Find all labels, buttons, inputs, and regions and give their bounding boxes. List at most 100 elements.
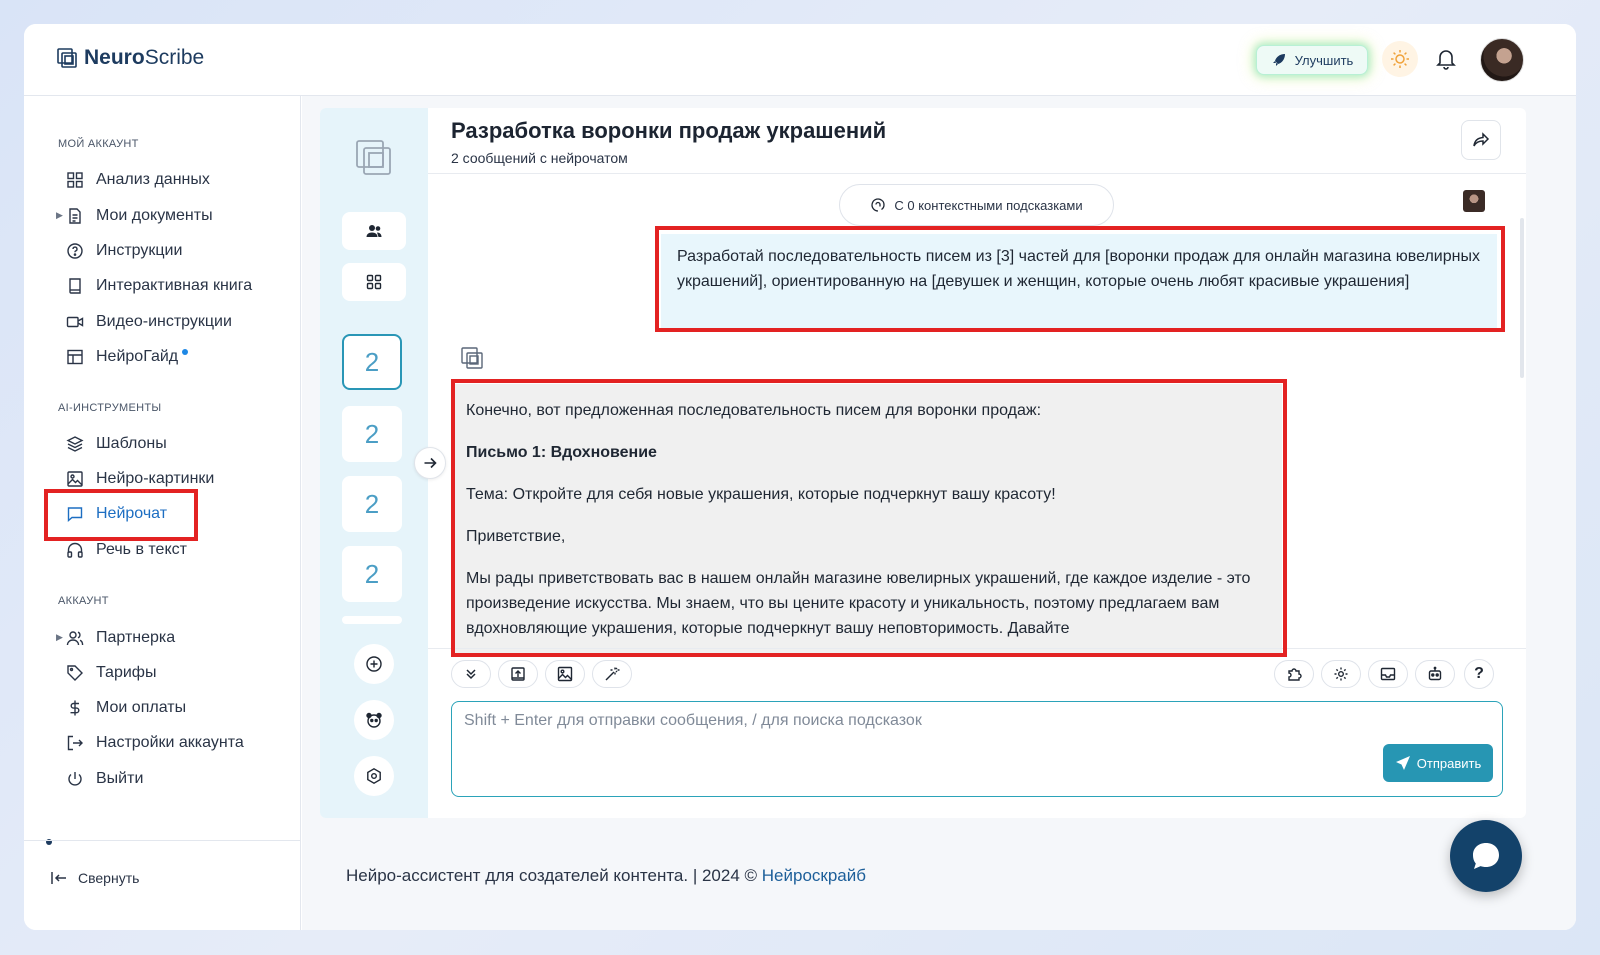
send-button[interactable]: Отправить (1383, 744, 1493, 782)
headphones-icon (67, 542, 83, 558)
collapse-label: Свернуть (78, 870, 140, 886)
notifications-button[interactable] (1434, 46, 1458, 70)
thread-card-partial[interactable] (342, 616, 402, 624)
chat-title: Разработка воронки продаж украшений (451, 118, 887, 143)
section-title-account: АККАУНТ (58, 595, 109, 607)
thread-card[interactable]: 2 (342, 476, 402, 532)
collapse-sidebar-button[interactable]: Свернуть (50, 866, 139, 890)
assistant-intro: Конечно, вот предложенная последовательн… (466, 402, 1042, 419)
chat-icon (67, 507, 83, 523)
logout-arrow-icon (67, 735, 83, 751)
sidebar-item-tariffs[interactable]: Тарифы (66, 660, 156, 686)
book-icon (69, 278, 81, 294)
user-avatar[interactable] (1480, 38, 1524, 82)
upgrade-button[interactable]: Улучшить (1256, 45, 1368, 75)
footer: Нейро-ассистент для создателей контента.… (346, 866, 866, 886)
theme-toggle-button[interactable] (1382, 41, 1418, 77)
assistant-subject: Тема: Откройте для себя новые украшения,… (466, 486, 1056, 503)
context-hints-button[interactable]: С 0 контекстными подсказками (839, 184, 1114, 226)
send-icon (1395, 756, 1410, 770)
sidebar-item-logout[interactable]: Выйти (66, 766, 143, 792)
upgrade-label: Улучшить (1294, 52, 1354, 68)
chat-panel: 2 2 2 2 Разработка воронки продаж украше… (320, 108, 1526, 818)
context-hints-label: С 0 контекстными подсказками (894, 197, 1083, 213)
sidebar-item-interactive-book[interactable]: Интерактивная книга (66, 273, 252, 299)
magic-wand-button[interactable] (592, 660, 632, 688)
chat-scrollbar[interactable] (1520, 218, 1524, 378)
upload-image-button[interactable] (545, 660, 585, 688)
sidebar-item-label: Настройки аккаунта (96, 734, 244, 751)
sidebar-item-data-analysis[interactable]: Анализ данных (66, 167, 210, 193)
new-chat-button[interactable] (354, 644, 394, 684)
sidebar-item-account-settings[interactable]: Настройки аккаунта (66, 730, 244, 756)
upload-file-button[interactable] (498, 660, 538, 688)
expand-caret-icon[interactable]: ▶ (56, 632, 63, 643)
logo-text: NeuroScribe (84, 46, 205, 69)
sidebar-item-neurochat[interactable]: Нейрочат (66, 501, 167, 527)
new-badge-dot (182, 349, 189, 355)
apps-grid-button[interactable] (342, 263, 406, 301)
sidebar-item-label: Интерактивная книга (96, 277, 253, 294)
panda-button[interactable] (354, 700, 394, 740)
section-title-my-account: МОЙ АККАУНТ (58, 138, 139, 150)
user-message: Разработай последовательность писем из [… (661, 234, 1497, 330)
settings-button[interactable] (354, 756, 394, 796)
sidebar-item-speech-to-text[interactable]: Речь в текст (66, 537, 187, 563)
sidebar-item-templates[interactable]: Шаблоны (66, 431, 167, 457)
sidebar-item-neuroguide[interactable]: НейроГайд (66, 344, 189, 370)
footer-link[interactable]: Нейроскрайб (762, 866, 866, 885)
sidebar-item-my-payments[interactable]: Мои оплаты (66, 695, 186, 721)
video-icon (66, 316, 84, 328)
sidebar-item-label: Нейро-картинки (96, 470, 215, 487)
app-logo[interactable]: NeuroScribe (56, 46, 204, 70)
assistant-greeting: Приветствие, (466, 528, 566, 545)
share-icon (1473, 132, 1490, 147)
logo-icon (57, 48, 77, 68)
bot-avatar-icon (461, 347, 483, 369)
sidebar-item-instructions[interactable]: Инструкции (66, 238, 182, 264)
image-icon (67, 471, 83, 487)
sidebar-item-my-documents[interactable]: Мои документы (66, 203, 213, 229)
scroll-down-button[interactable] (451, 660, 491, 688)
plus-circle-icon (366, 656, 382, 672)
share-button[interactable] (1461, 120, 1501, 160)
sidebar-item-video-instructions[interactable]: Видео-инструкции (66, 309, 232, 335)
bot-button[interactable] (1415, 660, 1455, 688)
contacts-button[interactable] (342, 212, 406, 250)
top-header: NeuroScribe Улучшить (24, 24, 1576, 96)
chat-settings-button[interactable] (1321, 660, 1361, 688)
robot-icon (1428, 666, 1442, 681)
assistant-heading: Письмо 1: Вдохновение (466, 444, 657, 461)
sidebar-divider (24, 840, 301, 841)
rocket-icon (1272, 54, 1285, 66)
message-input[interactable] (464, 712, 1364, 752)
sidebar-item-label: Нейрочат (96, 505, 168, 522)
document-icon (69, 208, 81, 224)
gear-icon (1334, 667, 1348, 681)
thread-card[interactable]: 2 (342, 406, 402, 462)
tag-icon (67, 665, 83, 681)
sidebar-item-partners[interactable]: Партнерка (66, 625, 175, 651)
help-button[interactable]: ? (1464, 659, 1494, 689)
sidebar-item-label: Выйти (96, 770, 144, 787)
thread-card[interactable]: 2 (342, 334, 402, 390)
support-chat-button[interactable] (1450, 820, 1522, 892)
expand-threads-button[interactable] (414, 447, 446, 479)
magic-wand-icon (605, 667, 620, 681)
inbox-button[interactable] (1368, 660, 1408, 688)
puzzle-icon (1288, 668, 1302, 681)
sidebar-item-label: Партнерка (96, 629, 176, 646)
gear-icon (367, 767, 381, 785)
sun-icon (1391, 50, 1409, 68)
plugins-button[interactable] (1274, 660, 1314, 688)
logo-watermark-icon (356, 140, 391, 175)
expand-caret-icon[interactable]: ▶ (56, 210, 63, 221)
image-icon (557, 666, 573, 682)
dollar-icon (70, 700, 80, 716)
assistant-body: Мы рады приветствовать вас в нашем онлай… (466, 570, 1251, 637)
users-icon (366, 225, 382, 237)
upload-icon (511, 667, 525, 681)
power-icon (68, 772, 82, 786)
sidebar-item-neuro-images[interactable]: Нейро-картинки (66, 466, 214, 492)
thread-card[interactable]: 2 (342, 546, 402, 602)
